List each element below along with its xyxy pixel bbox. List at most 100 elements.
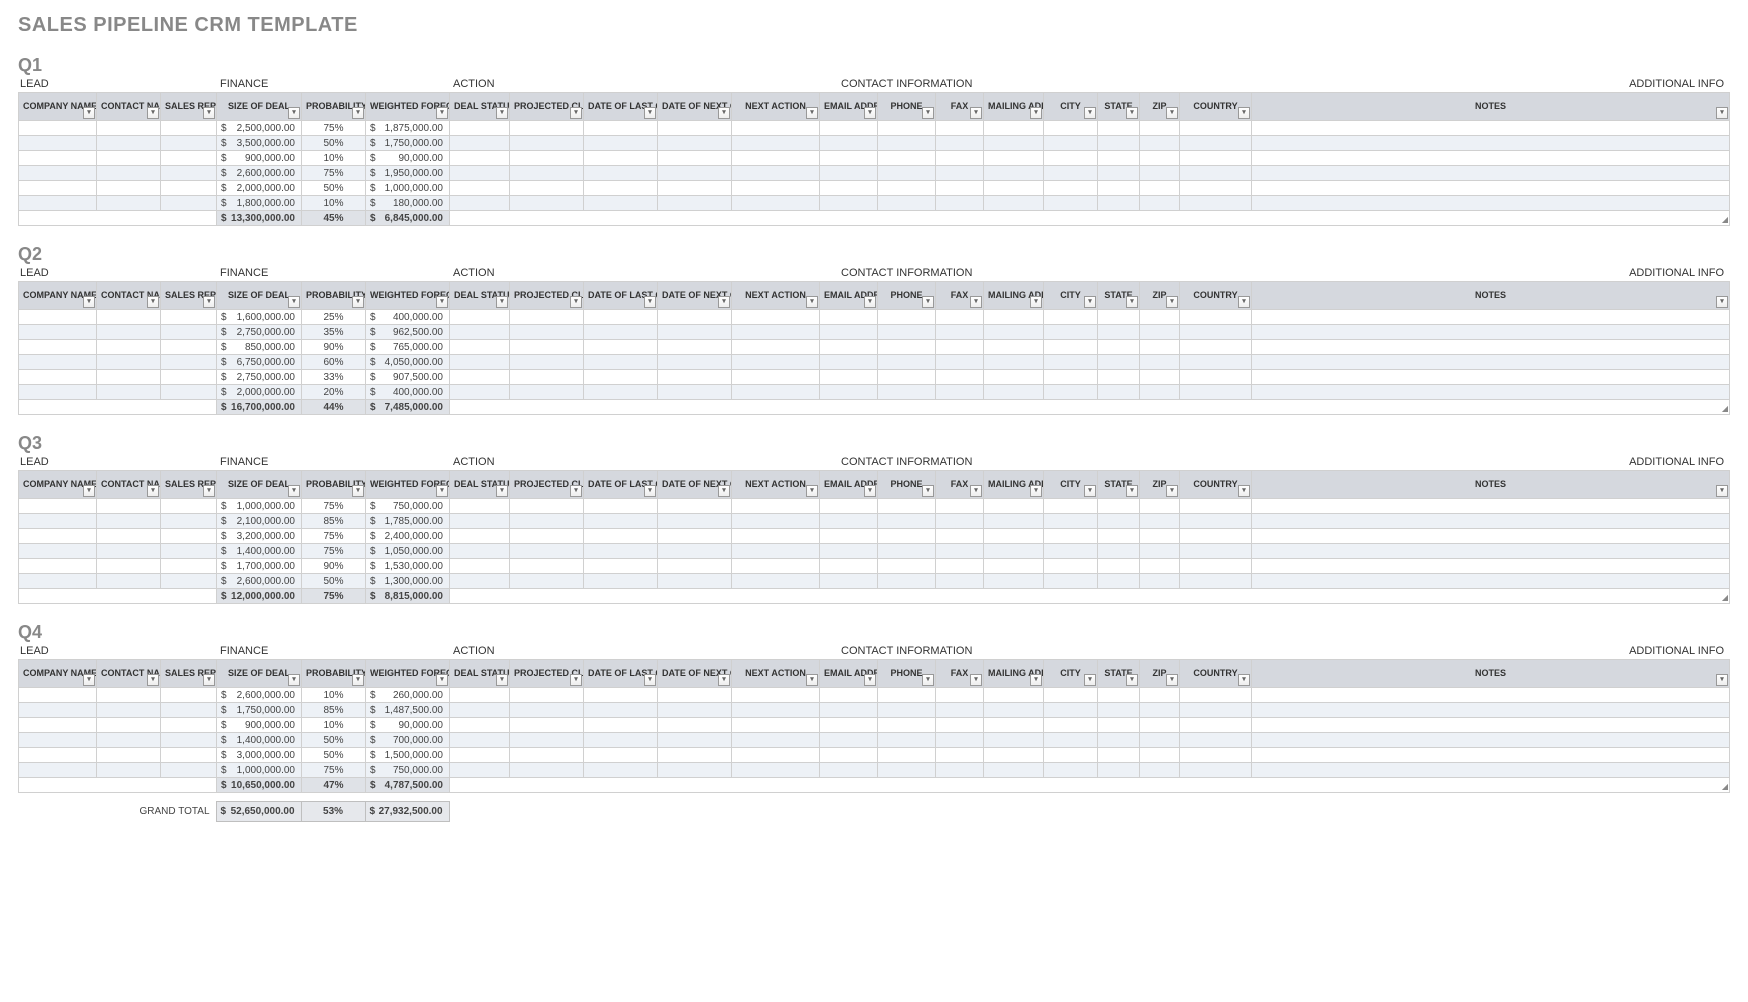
cell-proj[interactable] <box>510 703 584 718</box>
cell-nextc[interactable] <box>658 499 732 514</box>
state-filter-dropdown[interactable]: ▾ <box>1126 296 1138 308</box>
cell-nexta[interactable] <box>732 385 820 400</box>
cell-phone[interactable] <box>878 151 936 166</box>
cell-phone[interactable] <box>878 181 936 196</box>
cell-rep[interactable] <box>161 181 217 196</box>
wf-filter-dropdown[interactable]: ▾ <box>436 674 448 686</box>
cell-company[interactable] <box>19 196 97 211</box>
cell-country[interactable] <box>1180 718 1252 733</box>
rep-filter-dropdown[interactable]: ▾ <box>203 107 215 119</box>
cell-rep[interactable] <box>161 559 217 574</box>
cell-contact[interactable] <box>97 499 161 514</box>
size-filter-dropdown[interactable]: ▾ <box>288 296 300 308</box>
cell-status[interactable] <box>450 574 510 589</box>
cell-fax[interactable] <box>936 325 984 340</box>
phone-filter-dropdown[interactable]: ▾ <box>922 296 934 308</box>
cell-notes[interactable] <box>1252 181 1730 196</box>
cell-proj[interactable] <box>510 136 584 151</box>
cell-rep[interactable] <box>161 499 217 514</box>
cell-nextc[interactable] <box>658 340 732 355</box>
nextc-filter-dropdown[interactable]: ▾ <box>718 674 730 686</box>
cell-contact[interactable] <box>97 370 161 385</box>
cell-city[interactable] <box>1044 574 1098 589</box>
cell-nexta[interactable] <box>732 559 820 574</box>
cell-nexta[interactable] <box>732 325 820 340</box>
cell-state[interactable] <box>1098 574 1140 589</box>
cell-lastc[interactable] <box>584 196 658 211</box>
cell-country[interactable] <box>1180 196 1252 211</box>
cell-city[interactable] <box>1044 544 1098 559</box>
cell-lastc[interactable] <box>584 136 658 151</box>
cell-rep[interactable] <box>161 340 217 355</box>
cell-zip[interactable] <box>1140 385 1180 400</box>
rep-filter-dropdown[interactable]: ▾ <box>203 485 215 497</box>
cell-rep[interactable] <box>161 529 217 544</box>
cell-company[interactable] <box>19 514 97 529</box>
cell-contact[interactable] <box>97 574 161 589</box>
cell-fax[interactable] <box>936 514 984 529</box>
email-filter-dropdown[interactable]: ▾ <box>864 485 876 497</box>
cell-state[interactable] <box>1098 340 1140 355</box>
cell-country[interactable] <box>1180 370 1252 385</box>
cell-company[interactable] <box>19 559 97 574</box>
cell-nextc[interactable] <box>658 748 732 763</box>
cell-company[interactable] <box>19 136 97 151</box>
cell-nexta[interactable] <box>732 181 820 196</box>
lastc-filter-dropdown[interactable]: ▾ <box>644 107 656 119</box>
cell-rep[interactable] <box>161 763 217 778</box>
cell-country[interactable] <box>1180 733 1252 748</box>
cell-nextc[interactable] <box>658 310 732 325</box>
cell-city[interactable] <box>1044 340 1098 355</box>
cell-state[interactable] <box>1098 136 1140 151</box>
cell-zip[interactable] <box>1140 136 1180 151</box>
cell-fax[interactable] <box>936 574 984 589</box>
cell-status[interactable] <box>450 514 510 529</box>
cell-proj[interactable] <box>510 385 584 400</box>
cell-lastc[interactable] <box>584 748 658 763</box>
zip-filter-dropdown[interactable]: ▾ <box>1166 485 1178 497</box>
cell-mail[interactable] <box>984 181 1044 196</box>
cell-mail[interactable] <box>984 370 1044 385</box>
cell-nexta[interactable] <box>732 688 820 703</box>
cell-rep[interactable] <box>161 136 217 151</box>
cell-proj[interactable] <box>510 196 584 211</box>
cell-lastc[interactable] <box>584 325 658 340</box>
status-filter-dropdown[interactable]: ▾ <box>496 485 508 497</box>
cell-proj[interactable] <box>510 355 584 370</box>
cell-mail[interactable] <box>984 703 1044 718</box>
cell-fax[interactable] <box>936 748 984 763</box>
cell-mail[interactable] <box>984 544 1044 559</box>
cell-proj[interactable] <box>510 499 584 514</box>
cell-lastc[interactable] <box>584 385 658 400</box>
cell-nexta[interactable] <box>732 121 820 136</box>
cell-phone[interactable] <box>878 544 936 559</box>
cell-status[interactable] <box>450 196 510 211</box>
cell-email[interactable] <box>820 763 878 778</box>
zip-filter-dropdown[interactable]: ▾ <box>1166 107 1178 119</box>
cell-country[interactable] <box>1180 385 1252 400</box>
cell-nextc[interactable] <box>658 688 732 703</box>
state-filter-dropdown[interactable]: ▾ <box>1126 485 1138 497</box>
cell-zip[interactable] <box>1140 151 1180 166</box>
country-filter-dropdown[interactable]: ▾ <box>1238 296 1250 308</box>
cell-state[interactable] <box>1098 544 1140 559</box>
cell-contact[interactable] <box>97 529 161 544</box>
mail-filter-dropdown[interactable]: ▾ <box>1030 107 1042 119</box>
cell-phone[interactable] <box>878 748 936 763</box>
cell-nexta[interactable] <box>732 703 820 718</box>
cell-rep[interactable] <box>161 151 217 166</box>
cell-email[interactable] <box>820 544 878 559</box>
cell-email[interactable] <box>820 559 878 574</box>
cell-status[interactable] <box>450 355 510 370</box>
cell-city[interactable] <box>1044 355 1098 370</box>
contact-filter-dropdown[interactable]: ▾ <box>147 107 159 119</box>
cell-proj[interactable] <box>510 166 584 181</box>
cell-state[interactable] <box>1098 121 1140 136</box>
cell-city[interactable] <box>1044 136 1098 151</box>
cell-rep[interactable] <box>161 733 217 748</box>
cell-city[interactable] <box>1044 499 1098 514</box>
cell-company[interactable] <box>19 151 97 166</box>
cell-notes[interactable] <box>1252 196 1730 211</box>
cell-city[interactable] <box>1044 151 1098 166</box>
zip-filter-dropdown[interactable]: ▾ <box>1166 674 1178 686</box>
